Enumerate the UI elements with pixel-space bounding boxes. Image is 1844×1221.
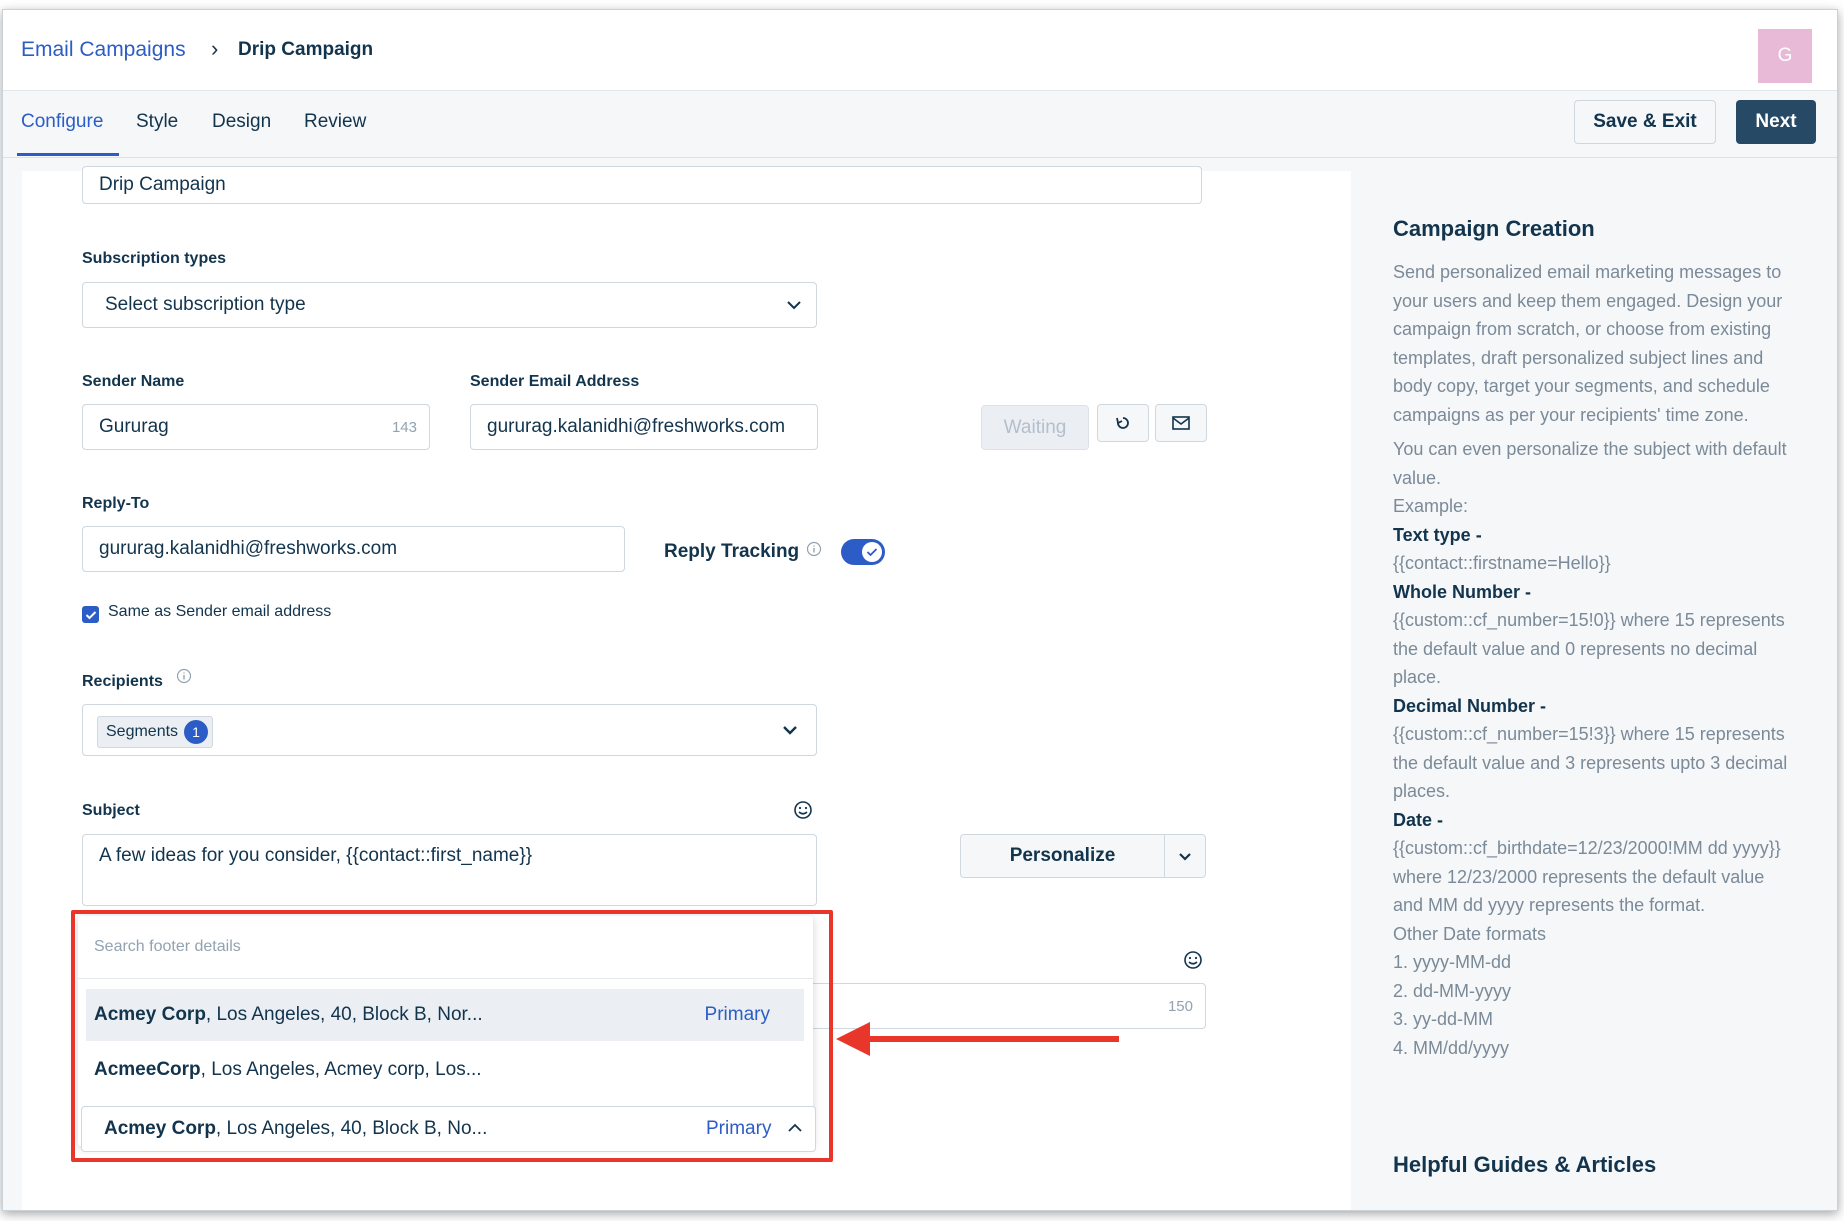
info-icon [806,541,822,557]
emoji-icon[interactable] [793,800,813,820]
example-label: Example: [1393,496,1469,516]
text-type-heading: Text type - [1393,524,1482,545]
sender-verify-status-button[interactable]: Waiting [981,405,1089,450]
breadcrumb-current: Drip Campaign [238,39,374,60]
sender-name-input[interactable]: Gururag 143 [82,404,430,450]
date-example: {{custom::cf_birthdate=12/23/2000!MM dd … [1393,838,1781,915]
recipients-label: Recipients [82,673,163,690]
helpful-guides-heading: Helpful Guides & Articles [1393,1152,1657,1177]
date-format-item: 3. yy-dd-MM [1393,1009,1494,1029]
subject-value: A few ideas for you consider, {{contact:… [99,845,533,866]
reply-to-label: Reply-To [82,495,150,512]
mail-icon [1172,416,1190,430]
personalize-dropdown-toggle[interactable] [1165,835,1205,877]
text-type-example: {{contact::firstname=Hello}} [1393,553,1611,573]
reply-to-input[interactable]: gururag.kalanidhi@freshworks.com [82,526,625,572]
date-format-item: 2. dd-MM-yyyy [1393,980,1512,1001]
side-panel-title: Campaign Creation [1393,216,1595,241]
annotation-arrow-line [865,1036,1119,1042]
toggle-knob [862,542,882,562]
sender-name-label: Sender Name [82,373,185,390]
side-panel-intro: Send personalized email marketing messag… [1393,262,1783,425]
reply-to-value: gururag.kalanidhi@freshworks.com [99,538,398,559]
annotation-highlight-box [71,910,833,1162]
side-panel-para: You can even personalize the subject wit… [1393,439,1787,488]
decimal-number-example: {{custom::cf_number=15!3}} where 15 repr… [1393,724,1788,801]
same-as-sender-label: Same as Sender email address [108,603,332,620]
recipients-info-icon [176,668,192,684]
tab-review[interactable]: Review [304,111,366,133]
reply-tracking-toggle[interactable] [841,539,885,565]
refresh-icon [1116,417,1129,429]
preheader-char-count: 150 [1167,997,1193,1015]
tab-style[interactable]: Style [136,111,178,133]
breadcrumb-separator-icon: › [211,36,219,61]
campaign-name-input[interactable]: Drip Campaign [82,166,1202,204]
chevron-down-icon [787,301,801,310]
date-heading: Date - [1393,809,1444,830]
subject-label: Subject [82,802,140,819]
avatar[interactable]: G [1758,29,1812,83]
tab-configure[interactable]: Configure [21,111,103,133]
side-panel-body: Send personalized email marketing messag… [1393,258,1793,1062]
date-format-item: 1. yyyy-MM-dd [1393,952,1512,972]
checkmark-icon [85,610,96,619]
sender-name-value: Gururag [99,416,169,437]
reply-tracking-label: Reply Tracking [664,541,800,562]
subscription-types-label: Subscription types [82,250,227,267]
segments-count-badge: 1 [184,720,209,744]
sender-name-char-count: 143 [391,418,417,436]
save-exit-button[interactable]: Save & Exit [1574,100,1716,144]
same-as-sender-checkbox[interactable] [82,606,99,623]
segments-chip[interactable]: Segments 1 [97,716,214,748]
decimal-number-heading: Decimal Number - [1393,695,1547,716]
preheader-emoji-icon[interactable] [1183,950,1203,970]
sender-email-input[interactable]: gururag.kalanidhi@freshworks.com [470,404,818,450]
whole-number-example: {{custom::cf_number=15!0}} where 15 repr… [1393,610,1785,687]
breadcrumb-email-campaigns[interactable]: Email Campaigns [21,38,186,62]
chevron-down-icon [783,726,797,735]
campaign-name-value: Drip Campaign [99,174,226,195]
whole-number-heading: Whole Number - [1393,581,1531,602]
sender-email-value: gururag.kalanidhi@freshworks.com [487,416,786,437]
other-formats-label: Other Date formats [1393,923,1547,944]
send-test-email-button[interactable] [1155,404,1207,442]
subscription-type-select[interactable]: Select subscription type [82,282,817,328]
sender-email-label: Sender Email Address [470,373,640,390]
refresh-button[interactable] [1097,404,1149,442]
annotation-arrow-icon [836,1022,870,1056]
top-bar: Email Campaigns › Drip Campaign G [3,10,1837,91]
recipients-select[interactable]: Segments 1 [82,704,817,756]
subscription-type-placeholder: Select subscription type [105,294,306,315]
next-button[interactable]: Next [1736,100,1816,144]
active-tab-indicator [17,153,119,156]
chevron-down-icon [1179,852,1191,861]
personalize-button-group: Personalize [960,834,1206,878]
subject-input[interactable]: A few ideas for you consider, {{contact:… [82,834,817,906]
personalize-button[interactable]: Personalize [961,835,1165,877]
tab-design[interactable]: Design [212,111,271,133]
check-icon [866,548,878,557]
tab-bar: Configure Style Design Review [3,91,1837,158]
segments-chip-label: Segments [106,723,179,740]
date-format-item: 4. MM/dd/yyyy [1393,1037,1510,1058]
